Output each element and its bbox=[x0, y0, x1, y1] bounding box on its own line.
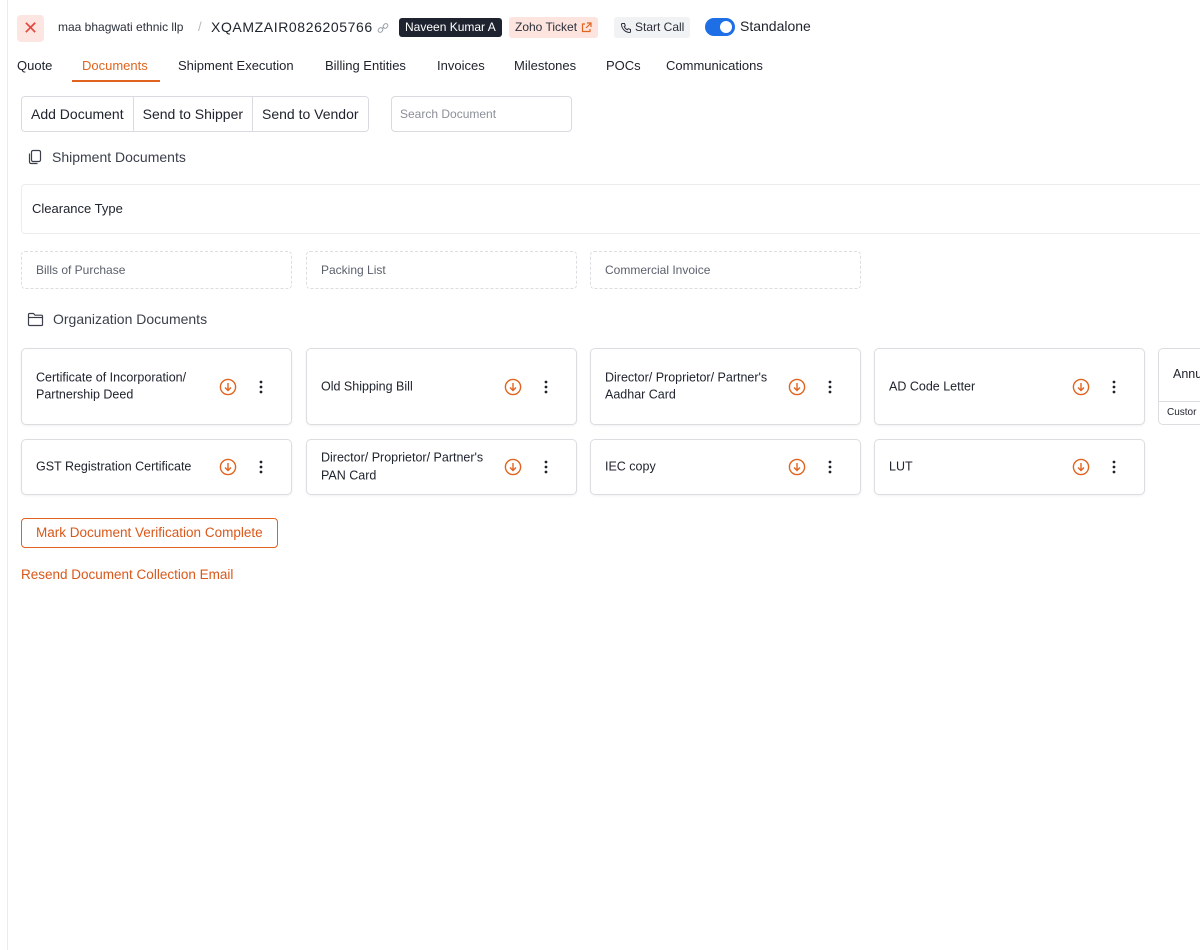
doc-name: Director/ Proprietor/ Partner's PAN Card bbox=[321, 450, 484, 483]
more-options-icon[interactable] bbox=[825, 459, 835, 475]
shipment-id: XQAMZAIR0826205766 bbox=[211, 19, 373, 35]
doc-card-partial: Annu Custor bbox=[1158, 348, 1200, 425]
upload-packing-list[interactable]: Packing List bbox=[306, 251, 577, 289]
send-to-vendor-button[interactable]: Send to Vendor bbox=[253, 97, 368, 131]
send-to-shipper-button[interactable]: Send to Shipper bbox=[133, 97, 254, 131]
external-link-icon bbox=[581, 22, 592, 33]
shipment-documents-heading: Shipment Documents bbox=[27, 149, 186, 165]
doc-name: LUT bbox=[889, 459, 913, 474]
doc-card: AD Code Letter bbox=[874, 348, 1145, 425]
doc-card: Old Shipping Bill bbox=[306, 348, 577, 425]
standalone-label: Standalone bbox=[740, 18, 811, 34]
document-actions: Add Document Send to Shipper Send to Ven… bbox=[21, 96, 369, 132]
close-icon[interactable]: ✕ bbox=[17, 15, 44, 42]
zoho-ticket-button[interactable]: Zoho Ticket bbox=[509, 17, 599, 38]
download-icon[interactable] bbox=[219, 458, 237, 476]
add-document-button[interactable]: Add Document bbox=[22, 97, 134, 131]
tab-documents[interactable]: Documents bbox=[82, 58, 148, 73]
more-options-icon[interactable] bbox=[541, 459, 551, 475]
doc-card: Certificate of Incorporation/ Partnershi… bbox=[21, 348, 292, 425]
tab-milestones[interactable]: Milestones bbox=[514, 58, 576, 73]
tab-invoices[interactable]: Invoices bbox=[437, 58, 485, 73]
copy-link-icon[interactable] bbox=[377, 22, 389, 34]
upload-commercial-invoice[interactable]: Commercial Invoice bbox=[590, 251, 861, 289]
download-icon[interactable] bbox=[1072, 378, 1090, 396]
more-options-icon[interactable] bbox=[825, 379, 835, 395]
tab-communications[interactable]: Communications bbox=[666, 58, 763, 73]
more-options-icon[interactable] bbox=[541, 379, 551, 395]
doc-subtitle: Custor bbox=[1159, 401, 1200, 423]
organization-documents-title: Organization Documents bbox=[53, 311, 208, 327]
download-icon[interactable] bbox=[504, 378, 522, 396]
tab-pocs[interactable]: POCs bbox=[606, 58, 641, 73]
assignee-badge: Naveen Kumar A bbox=[399, 18, 502, 37]
doc-card: Director/ Proprietor/ Partner's Aadhar C… bbox=[590, 348, 861, 425]
more-options-icon[interactable] bbox=[256, 379, 266, 395]
resend-collection-email-link[interactable]: Resend Document Collection Email bbox=[21, 567, 233, 582]
doc-name: Annu bbox=[1173, 367, 1200, 381]
standalone-toggle[interactable] bbox=[705, 18, 735, 36]
mark-verification-complete-button[interactable]: Mark Document Verification Complete bbox=[21, 518, 278, 548]
tab-quote[interactable]: Quote bbox=[17, 58, 52, 73]
more-options-icon[interactable] bbox=[1109, 379, 1119, 395]
phone-icon bbox=[620, 22, 631, 33]
doc-name: Old Shipping Bill bbox=[321, 378, 413, 393]
doc-name: Certificate of Incorporation/ Partnershi… bbox=[36, 370, 187, 402]
tab-billing-entities[interactable]: Billing Entities bbox=[325, 58, 406, 73]
tab-shipment-execution[interactable]: Shipment Execution bbox=[178, 58, 294, 73]
download-icon[interactable] bbox=[788, 378, 806, 396]
start-call-button[interactable]: Start Call bbox=[614, 17, 691, 38]
search-document-input[interactable] bbox=[391, 96, 572, 132]
clearance-type-label: Clearance Type bbox=[32, 201, 123, 216]
company-name: maa bhagwati ethnic llp bbox=[58, 20, 184, 34]
active-tab-indicator bbox=[72, 80, 160, 82]
download-icon[interactable] bbox=[504, 458, 522, 476]
header: ✕ maa bhagwati ethnic llp / XQAMZAIR0826… bbox=[0, 0, 1200, 52]
shipment-documents-title: Shipment Documents bbox=[52, 149, 186, 165]
start-call-label: Start Call bbox=[635, 20, 685, 34]
download-icon[interactable] bbox=[1072, 458, 1090, 476]
folder-icon bbox=[27, 312, 44, 326]
download-icon[interactable] bbox=[219, 378, 237, 396]
doc-card: GST Registration Certificate bbox=[21, 439, 292, 495]
doc-name: IEC copy bbox=[605, 459, 656, 474]
more-options-icon[interactable] bbox=[256, 459, 266, 475]
doc-name: Director/ Proprietor/ Partner's Aadhar C… bbox=[605, 370, 768, 402]
breadcrumb-separator: / bbox=[198, 19, 202, 34]
doc-name: GST Registration Certificate bbox=[36, 459, 192, 474]
organization-documents-heading: Organization Documents bbox=[27, 311, 207, 327]
tab-bar: Quote Documents Shipment Execution Billi… bbox=[0, 56, 1200, 82]
zoho-ticket-label: Zoho Ticket bbox=[515, 20, 578, 34]
document-copy-icon bbox=[28, 149, 42, 165]
doc-card: IEC copy bbox=[590, 439, 861, 495]
doc-card: LUT bbox=[874, 439, 1145, 495]
toggle-knob bbox=[720, 21, 732, 33]
doc-card: Director/ Proprietor/ Partner's PAN Card bbox=[306, 439, 577, 495]
clearance-type-field[interactable]: Clearance Type bbox=[21, 184, 1200, 234]
more-options-icon[interactable] bbox=[1109, 459, 1119, 475]
download-icon[interactable] bbox=[788, 458, 806, 476]
upload-bills-of-purchase[interactable]: Bills of Purchase bbox=[21, 251, 292, 289]
doc-name: AD Code Letter bbox=[889, 378, 976, 393]
